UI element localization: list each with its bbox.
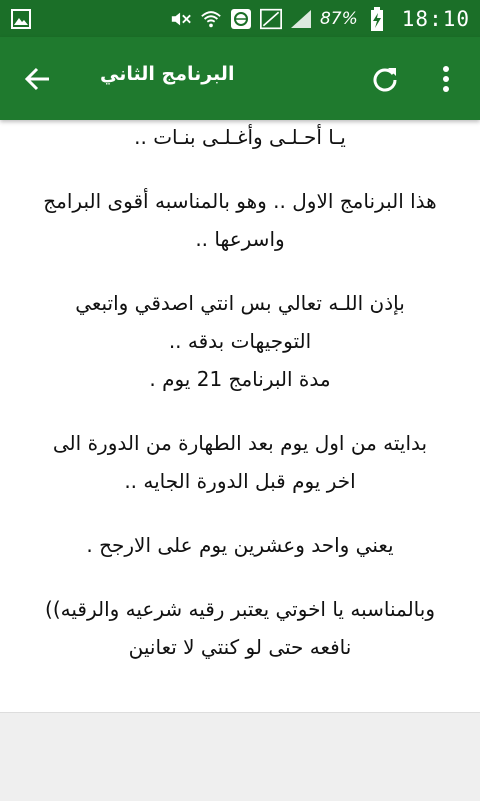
battery-charging-icon — [366, 6, 388, 31]
text-line: نافعه حتى لو كنتي لا تعانين — [128, 635, 352, 659]
page-title: البرنامج الثاني — [100, 63, 235, 85]
text-line: وبالمناسبه يا اخوتي يعتبر رقيه شرعيه وال… — [45, 597, 435, 621]
battery-percent: 87% — [319, 8, 358, 29]
browser-icon — [230, 8, 252, 30]
status-right: 87% 18:10 — [170, 6, 470, 31]
content-scroll-area[interactable]: يـا أحـلـى وأغـلـى بنـات .. هذا البرنامج… — [0, 120, 480, 712]
status-left — [10, 8, 32, 30]
paragraph: يعني واحد وعشرين يوم على الارجح . — [12, 526, 468, 564]
toolbar: البرنامج الثاني — [0, 37, 480, 120]
mute-icon — [170, 8, 192, 30]
signal-icon — [290, 8, 312, 30]
paragraph: بدايته من اول يوم بعد الطهارة من الدورة … — [12, 424, 468, 500]
status-bar: 87% 18:10 — [0, 0, 480, 37]
bottom-empty-area — [0, 712, 480, 801]
image-icon — [10, 8, 32, 30]
text-line: بدايته من اول يوم بعد الطهارة من الدورة … — [52, 431, 428, 455]
paragraph: بإذن اللـه تعالي بس انتي اصدقي واتبعي ال… — [12, 284, 468, 398]
text-line: واسرعها .. — [195, 227, 285, 251]
text-line: يعني واحد وعشرين يوم على الارجح . — [86, 533, 394, 557]
wifi-icon — [200, 8, 222, 30]
text-line: مدة البرنامج 21 يوم . — [149, 367, 331, 391]
clock: 18:10 — [401, 6, 470, 31]
more-options-button[interactable] — [428, 59, 464, 99]
refresh-button[interactable] — [365, 59, 405, 99]
article-text: يـا أحـلـى وأغـلـى بنـات .. هذا البرنامج… — [0, 120, 480, 666]
back-button[interactable] — [18, 59, 58, 99]
refresh-icon — [373, 68, 397, 92]
paragraph: يـا أحـلـى وأغـلـى بنـات .. — [12, 120, 468, 156]
text-line: اخر يوم قبل الدورة الجايه .. — [124, 469, 356, 493]
arrow-back-icon — [24, 67, 49, 91]
text-line: هذا البرنامج الاول .. وهو بالمناسبه أقوى… — [43, 189, 437, 213]
no-signal-icon — [259, 8, 282, 30]
text-line: يـا أحـلـى وأغـلـى بنـات .. — [134, 125, 346, 149]
paragraph: هذا البرنامج الاول .. وهو بالمناسبه أقوى… — [12, 182, 468, 258]
more-vert-icon — [443, 66, 449, 92]
text-line: بإذن اللـه تعالي بس انتي اصدقي واتبعي — [75, 291, 405, 315]
paragraph: وبالمناسبه يا اخوتي يعتبر رقيه شرعيه وال… — [12, 590, 468, 666]
text-line: التوجيهات بدقه .. — [168, 329, 312, 353]
